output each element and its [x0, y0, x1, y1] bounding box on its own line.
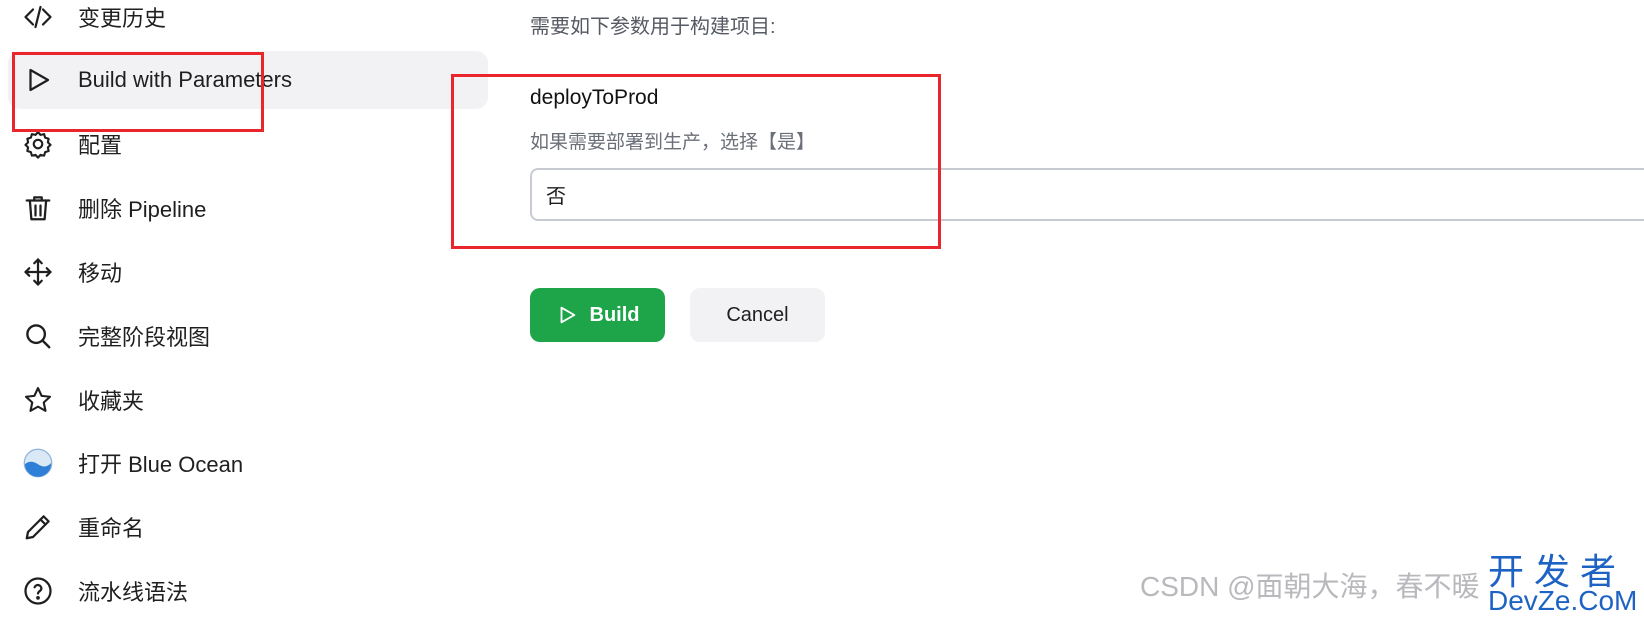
help-icon [22, 575, 54, 607]
parameter-name: deployToProd [530, 86, 659, 109]
jenkins-build-page: 变更历史 Build with Parameters 配置 删除 Pipelin… [0, 0, 1644, 617]
play-icon [560, 306, 575, 324]
sidebar-item-label: 收藏夹 [78, 389, 145, 414]
sidebar-item-label: 删除 Pipeline [78, 197, 207, 222]
sidebar-item-favorites[interactable]: 收藏夹 [8, 371, 488, 429]
sidebar-item-label: 变更历史 [78, 6, 167, 31]
build-button[interactable]: Build [530, 288, 665, 342]
sidebar-item-rename[interactable]: 重命名 [8, 498, 488, 556]
build-form: 需要如下参数用于构建项目: deployToProd 如果需要部署到生产，选择【… [530, 0, 1644, 617]
watermark-text: CSDN @面朝大海，春不暖 [1140, 571, 1480, 602]
cancel-button-label: Cancel [726, 303, 789, 326]
pencil-icon [22, 511, 54, 543]
sidebar-item-label: 重命名 [78, 516, 145, 541]
deploy-to-prod-select[interactable]: 否 [530, 168, 1644, 221]
sidebar-item-move[interactable]: 移动 [8, 243, 488, 301]
code-icon [22, 1, 54, 33]
trash-icon [22, 192, 54, 224]
search-icon [22, 320, 54, 352]
form-intro: 需要如下参数用于构建项目: [530, 16, 776, 38]
sidebar-item-label: 移动 [78, 261, 123, 286]
build-button-label: Build [589, 303, 640, 326]
sidebar-item-label: 完整阶段视图 [78, 325, 211, 350]
sidebar-item-label: 流水线语法 [78, 580, 189, 605]
gear-icon [22, 128, 54, 160]
watermark-logo: 开发者 DevZe.CoM [1480, 543, 1644, 617]
sidebar-item-pipeline-syntax[interactable]: 流水线语法 [8, 562, 488, 617]
sidebar-item-label: 配置 [78, 133, 123, 158]
sidebar-item-changes[interactable]: 变更历史 [8, 0, 488, 46]
sidebar-item-full-stage-view[interactable]: 完整阶段视图 [8, 307, 488, 365]
sidebar-item-label: 打开 Blue Ocean [78, 452, 244, 477]
watermark-logo-bottom: DevZe.CoM [1488, 585, 1638, 616]
parameter-description: 如果需要部署到生产，选择【是】 [530, 132, 816, 153]
sidebar: 变更历史 Build with Parameters 配置 删除 Pipelin… [0, 0, 488, 617]
move-icon [22, 256, 54, 288]
sidebar-item-label: Build with Parameters [78, 67, 292, 92]
selected-value: 否 [546, 186, 566, 208]
sidebar-item-delete-pipeline[interactable]: 删除 Pipeline [8, 179, 488, 237]
cancel-button[interactable]: Cancel [690, 288, 825, 342]
blue-ocean-icon [22, 447, 54, 479]
sidebar-item-configure[interactable]: 配置 [8, 115, 488, 173]
star-icon [22, 384, 54, 416]
play-icon [22, 64, 54, 96]
sidebar-item-build-with-parameters[interactable]: Build with Parameters [8, 51, 488, 109]
sidebar-item-blue-ocean[interactable]: 打开 Blue Ocean [8, 434, 488, 492]
